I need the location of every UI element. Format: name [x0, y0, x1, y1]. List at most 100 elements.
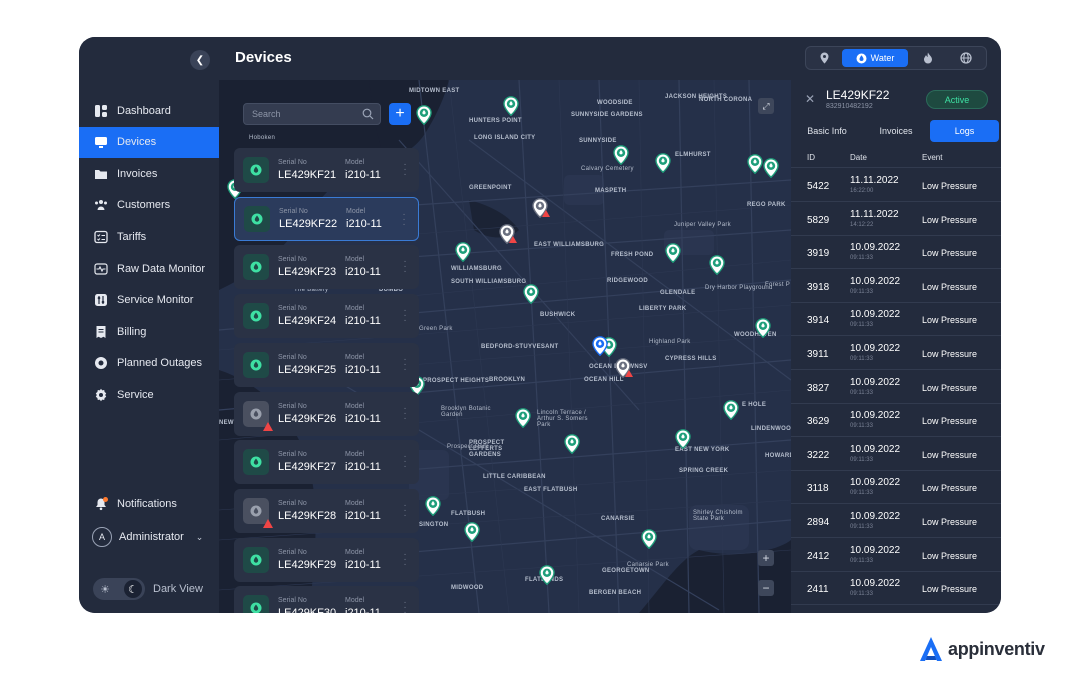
- table-row[interactable]: 3629 10.09.2022 09:11:33 Low Pressure: [791, 404, 1001, 438]
- log-event: Low Pressure: [922, 584, 978, 595]
- device-card[interactable]: Serial No LE429KF22 Model i210-11 · · ·: [234, 196, 419, 241]
- sidebar-item-planned-outages[interactable]: Planned Outages: [79, 348, 219, 379]
- more-options-icon[interactable]: · · ·: [403, 403, 407, 423]
- sidebar-item-customers[interactable]: Customers: [79, 190, 219, 221]
- table-row[interactable]: 3919 10.09.2022 09:11:33 Low Pressure: [791, 236, 1001, 270]
- device-pin[interactable]: [675, 429, 691, 450]
- user-menu[interactable]: A Administrator ⌄: [92, 527, 203, 547]
- table-row[interactable]: 2412 10.09.2022 09:11:33 Low Pressure: [791, 539, 1001, 572]
- more-options-icon[interactable]: · · ·: [402, 209, 406, 229]
- device-pin[interactable]: [564, 434, 580, 455]
- alert-device-pin[interactable]: [532, 198, 550, 219]
- sidebar-item-raw-data-monitor[interactable]: Raw Data Monitor: [79, 253, 219, 284]
- table-row[interactable]: 2411 10.09.2022 09:11:33 Low Pressure: [791, 572, 1001, 606]
- device-pin[interactable]: [515, 408, 531, 429]
- sidebar-item-devices[interactable]: Devices: [79, 126, 219, 158]
- device-card[interactable]: Serial No LE429KF24 Model i210-11 · · ·: [234, 294, 419, 339]
- notification-dot: [103, 497, 108, 502]
- electricity-tab[interactable]: [950, 49, 982, 67]
- dark-view-toggle[interactable]: ☀ ☾: [93, 578, 145, 600]
- table-row[interactable]: 3118 10.09.2022 09:11:33 Low Pressure: [791, 471, 1001, 505]
- sidebar-item-service-monitor[interactable]: Service Monitor: [79, 285, 219, 316]
- place-label: SUNNYSIDE GARDENS: [571, 112, 643, 118]
- device-pin[interactable]: [539, 565, 555, 586]
- device-pin[interactable]: [641, 529, 657, 550]
- device-pin[interactable]: [425, 496, 441, 517]
- map-pin-tab[interactable]: [808, 49, 840, 67]
- alert-device-pin[interactable]: [615, 358, 633, 379]
- alert-device-pin[interactable]: [499, 224, 517, 245]
- log-id: 2894: [807, 517, 830, 528]
- device-status-icon: [243, 400, 273, 431]
- more-options-icon[interactable]: · · ·: [403, 160, 407, 180]
- warning-icon: [263, 518, 273, 528]
- device-card[interactable]: Serial No LE429KF27 Model i210-11 · · ·: [234, 440, 419, 485]
- sidebar-item-dashboard[interactable]: Dashboard: [79, 95, 219, 126]
- zoom-in-button[interactable]: +: [758, 550, 774, 566]
- table-row[interactable]: 2894 10.09.2022 09:11:33 Low Pressure: [791, 505, 1001, 538]
- place-label: WOODSIDE: [597, 100, 633, 106]
- table-row[interactable]: 3222 10.09.2022 09:11:33 Low Pressure: [791, 438, 1001, 471]
- table-row[interactable]: 3911 10.09.2022 09:11:33 Low Pressure: [791, 337, 1001, 370]
- more-options-icon[interactable]: · · ·: [403, 354, 407, 374]
- table-row[interactable]: 5422 11.11.2022 16:22:00 Low Pressure: [791, 169, 1001, 202]
- device-pin[interactable]: [416, 105, 432, 126]
- tab-basic-info[interactable]: Basic Info: [791, 120, 863, 142]
- device-pin[interactable]: [455, 242, 471, 263]
- sidebar-item-billing[interactable]: Billing: [79, 316, 219, 347]
- place-label: REGO PARK: [747, 202, 786, 208]
- place-label: Highland Park: [649, 339, 691, 345]
- more-options-icon[interactable]: · · ·: [403, 306, 407, 326]
- device-card[interactable]: Serial No LE429KF26 Model i210-11 · · ·: [234, 391, 419, 436]
- device-card[interactable]: Serial No LE429KF21 Model i210-11 · · ·: [234, 148, 419, 192]
- device-card[interactable]: Serial No LE429KF25 Model i210-11 · · ·: [234, 342, 419, 387]
- more-options-icon[interactable]: · · ·: [403, 257, 407, 277]
- gas-tab[interactable]: [912, 49, 944, 67]
- sidebar-item-tariffs[interactable]: Tariffs: [79, 221, 219, 252]
- more-options-icon[interactable]: · · ·: [403, 598, 407, 613]
- sidebar-item-service[interactable]: Service: [79, 379, 219, 410]
- serial-label: Serial No: [278, 597, 307, 605]
- device-card[interactable]: Serial No LE429KF30 Model i210-11 ···: [234, 586, 419, 613]
- device-pin[interactable]: [613, 145, 629, 166]
- table-row[interactable]: 3914 10.09.2022 09:11:33 Low Pressure: [791, 303, 1001, 337]
- device-map[interactable]: MIDTOWN EAST HUNTERS POINT LONG ISLAND CIT…: [219, 80, 791, 613]
- device-pin[interactable]: [723, 400, 739, 421]
- device-pin[interactable]: [763, 158, 779, 179]
- device-card[interactable]: Serial No LE429KF28 Model i210-11 · · ·: [234, 488, 419, 533]
- water-tab-label: Water: [870, 53, 895, 63]
- fullscreen-button[interactable]: ⤢: [758, 98, 774, 114]
- more-options-icon[interactable]: · · ·: [403, 452, 407, 472]
- notifications-item[interactable]: Notifications: [94, 497, 177, 511]
- table-row[interactable]: 3827 10.09.2022 09:11:33 Low Pressure: [791, 371, 1001, 404]
- tab-invoices[interactable]: Invoices: [863, 120, 929, 142]
- search-input[interactable]: [252, 109, 362, 119]
- device-status-icon: [243, 449, 269, 476]
- more-options-icon[interactable]: · · ·: [403, 549, 407, 569]
- add-device-button[interactable]: +: [389, 103, 411, 125]
- device-card[interactable]: Serial No LE429KF23 Model i210-11 · · ·: [234, 245, 419, 290]
- table-row[interactable]: 3918 10.09.2022 09:11:33 Low Pressure: [791, 270, 1001, 303]
- more-options-icon[interactable]: · · ·: [403, 500, 407, 520]
- table-row[interactable]: 5829 11.11.2022 14:12:22 Low Pressure: [791, 203, 1001, 236]
- device-pin[interactable]: [464, 522, 480, 543]
- close-panel-button[interactable]: ✕: [805, 92, 815, 106]
- device-pin[interactable]: [755, 318, 771, 339]
- model-label: Model: [345, 548, 365, 556]
- device-pin[interactable]: [665, 243, 681, 264]
- device-pin[interactable]: [655, 153, 671, 174]
- tab-logs[interactable]: Logs: [930, 120, 999, 142]
- water-tab[interactable]: Water: [842, 49, 908, 67]
- device-pin[interactable]: [747, 154, 763, 175]
- device-pin[interactable]: [709, 255, 725, 276]
- device-pin[interactable]: [503, 96, 519, 117]
- water-drop-icon: [251, 213, 263, 225]
- device-pin[interactable]: [523, 284, 539, 305]
- selected-device-pin[interactable]: [592, 336, 608, 357]
- log-event: Low Pressure: [922, 416, 978, 427]
- zoom-out-button[interactable]: −: [758, 580, 774, 596]
- collapse-sidebar-button[interactable]: ❮: [190, 50, 210, 70]
- sidebar-item-invoices[interactable]: Invoices: [79, 158, 219, 189]
- device-status-icon: [243, 351, 269, 378]
- device-card[interactable]: Serial No LE429KF29 Model i210-11 · · ·: [234, 537, 419, 582]
